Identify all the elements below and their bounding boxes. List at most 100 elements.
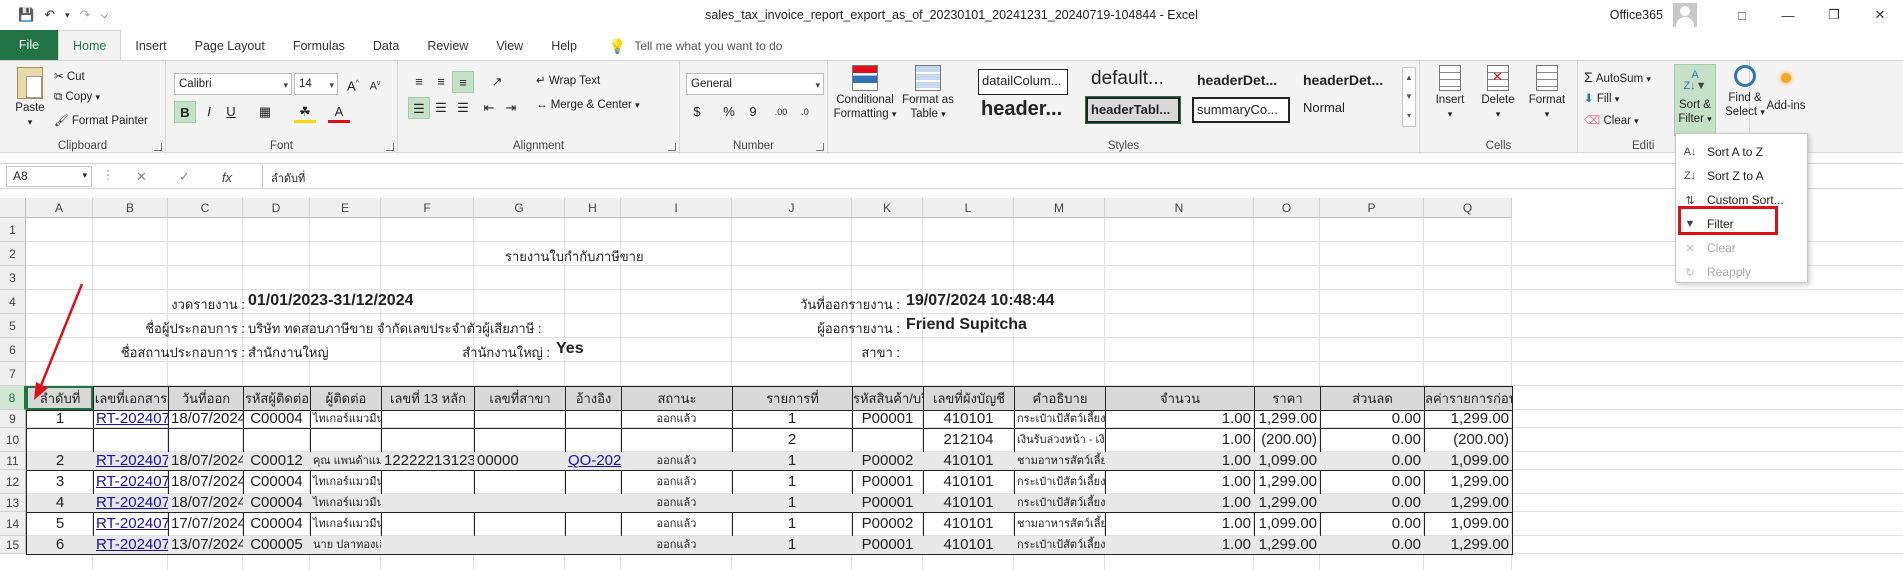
formula-input[interactable]: ลำดับที่ (262, 165, 1903, 188)
redo-icon[interactable]: ↷ (80, 7, 91, 23)
style-header-table[interactable]: headerTabl... (1085, 96, 1181, 124)
table-cell-doc[interactable] (93, 428, 169, 453)
column-header-o[interactable]: O (1254, 198, 1320, 218)
style-header[interactable]: header... (978, 95, 1078, 125)
fill-color-icon[interactable]: ☘ (294, 101, 316, 123)
dropdown-icon[interactable]: ▾ (65, 10, 70, 21)
borders-icon[interactable]: ▦ (254, 101, 276, 123)
merge-center-button[interactable]: ↔ Merge & Center ▾ (536, 99, 640, 111)
column-header-c[interactable]: C (168, 198, 243, 218)
column-header-q[interactable]: Q (1424, 198, 1512, 218)
row-header-4[interactable]: 4 (0, 290, 26, 314)
align-bottom-icon[interactable]: ≡ (452, 71, 474, 93)
column-header-l[interactable]: L (923, 198, 1014, 218)
tell-me-search[interactable]: 💡 Tell me what you want to do (591, 32, 783, 60)
table-cell-doc[interactable]: RT-20240700006 (93, 452, 169, 471)
column-header-p[interactable]: P (1320, 198, 1424, 218)
currency-button[interactable]: $ (686, 101, 708, 123)
fill-button[interactable]: ⬇ Fill ▾ (1584, 91, 1619, 105)
customize-icon[interactable]: ⌵ (101, 10, 109, 21)
row-header-15[interactable]: 15 (0, 536, 26, 554)
row-header-3[interactable]: 3 (0, 266, 26, 290)
delete-cells-button[interactable]: ✕ Delete ▾ (1476, 65, 1520, 121)
style-datail-column[interactable]: datailColum... (978, 69, 1068, 95)
save-icon[interactable]: 💾 (18, 7, 34, 23)
avatar[interactable] (1673, 3, 1697, 27)
row-header-8[interactable]: 8 (0, 386, 26, 410)
style-normal[interactable]: Normal (1300, 97, 1390, 123)
addins-button[interactable]: Add-ins (1764, 67, 1808, 113)
table-cell-doc[interactable]: RT-20240700004 (93, 494, 169, 513)
clipboard-launcher-icon[interactable] (154, 143, 162, 151)
increase-font-icon[interactable]: A^ (342, 73, 364, 95)
table-cell-doc[interactable]: RT-20240700003 (93, 512, 169, 537)
font-family-select[interactable]: Calibri ▾ (174, 73, 292, 95)
table-cell-ref[interactable] (565, 536, 622, 555)
style-summary-column[interactable]: summaryCo... (1192, 97, 1290, 123)
worksheet-grid[interactable]: A B C D E F G H I J K L M N O P Q 1 2 3 4 5 6 7 8 9 10 11 12 13 14 15 รา… (0, 198, 1903, 570)
increase-decimal-icon[interactable]: .00 (770, 101, 792, 123)
row-header-6[interactable]: 6 (0, 338, 26, 362)
table-cell-ref[interactable] (565, 470, 622, 495)
style-header-detail-1[interactable]: headerDet... (1194, 69, 1290, 95)
column-header-h[interactable]: H (565, 198, 621, 218)
table-cell-ref[interactable] (565, 494, 622, 513)
percent-button[interactable]: % (718, 101, 740, 123)
table-cell-ref[interactable] (565, 428, 622, 453)
column-header-i[interactable]: I (621, 198, 732, 218)
cut-button[interactable]: ✂ Cut (54, 69, 85, 83)
decrease-font-icon[interactable]: Av (364, 73, 386, 95)
table-cell-doc[interactable]: RT-20240700007 (93, 410, 169, 429)
row-header-14[interactable]: 14 (0, 512, 26, 536)
row-header-1[interactable]: 1 (0, 218, 26, 242)
column-header-k[interactable]: K (852, 198, 923, 218)
number-launcher-icon[interactable] (816, 143, 824, 151)
table-cell-ref[interactable] (565, 512, 622, 537)
sort-filter-button[interactable]: A Z↓▼ Sort & Filter ▾ (1674, 64, 1716, 136)
menu-item-custom-sort[interactable]: ⇅ Custom Sort... (1676, 188, 1807, 212)
row-header-7[interactable]: 7 (0, 362, 26, 386)
orientation-icon[interactable]: ↗ (486, 71, 508, 93)
table-cell-ref[interactable]: QO-20240600001 (565, 452, 622, 471)
ribbon-display-icon[interactable]: □ (1719, 8, 1765, 23)
align-top-icon[interactable]: ≡ (408, 71, 430, 93)
column-header-e[interactable]: E (310, 198, 381, 218)
style-header-detail-2[interactable]: headerDet... (1300, 69, 1396, 95)
menu-item-filter[interactable]: ▼ Filter (1676, 212, 1807, 236)
table-cell-ref[interactable] (565, 410, 622, 429)
column-header-g[interactable]: G (474, 198, 565, 218)
column-header-d[interactable]: D (243, 198, 310, 218)
tab-file[interactable]: File (0, 30, 58, 60)
align-center-icon[interactable]: ☰ (430, 97, 452, 119)
minimize-icon[interactable]: — (1765, 8, 1811, 23)
column-header-n[interactable]: N (1105, 198, 1254, 218)
font-launcher-icon[interactable] (386, 143, 394, 151)
insert-cells-button[interactable]: Insert ▾ (1428, 65, 1472, 121)
wrap-text-button[interactable]: ↵ Wrap Text (536, 73, 600, 87)
clear-button[interactable]: ⌫ Clear ▾ (1584, 113, 1639, 127)
styles-scroll[interactable]: ▲ ▼ ▾ (1402, 67, 1416, 127)
column-header-j[interactable]: J (732, 198, 852, 218)
format-painter-button[interactable]: 🖌 Format Painter (54, 113, 148, 127)
increase-indent-icon[interactable]: ⇥ (500, 97, 522, 119)
align-left-icon[interactable]: ☰ (408, 97, 430, 119)
account-name[interactable]: Office365 (1610, 8, 1663, 22)
close-icon[interactable]: ✕ (1857, 7, 1903, 23)
column-header-m[interactable]: M (1014, 198, 1105, 218)
paste-button[interactable]: Paste ▾ (10, 67, 50, 129)
tab-review[interactable]: Review (413, 32, 482, 60)
table-cell-doc[interactable]: RT-20240700002 (93, 536, 169, 555)
restore-icon[interactable]: ❐ (1811, 7, 1857, 23)
menu-item-sort-z-to-a[interactable]: Z↓ Sort Z to A (1676, 164, 1807, 188)
row-header-13[interactable]: 13 (0, 494, 26, 512)
alignment-launcher-icon[interactable] (668, 143, 676, 151)
tab-data[interactable]: Data (359, 32, 413, 60)
column-header-f[interactable]: F (381, 198, 474, 218)
row-header-10[interactable]: 10 (0, 428, 26, 452)
name-box[interactable]: A8 ▾ (6, 166, 92, 187)
align-right-icon[interactable]: ☰ (452, 97, 474, 119)
tab-help[interactable]: Help (537, 32, 591, 60)
format-as-table-button[interactable]: Format as Table ▾ (902, 65, 954, 121)
row-header-9[interactable]: 9 (0, 410, 26, 428)
table-cell-doc[interactable]: RT-20240700005 (93, 470, 169, 495)
